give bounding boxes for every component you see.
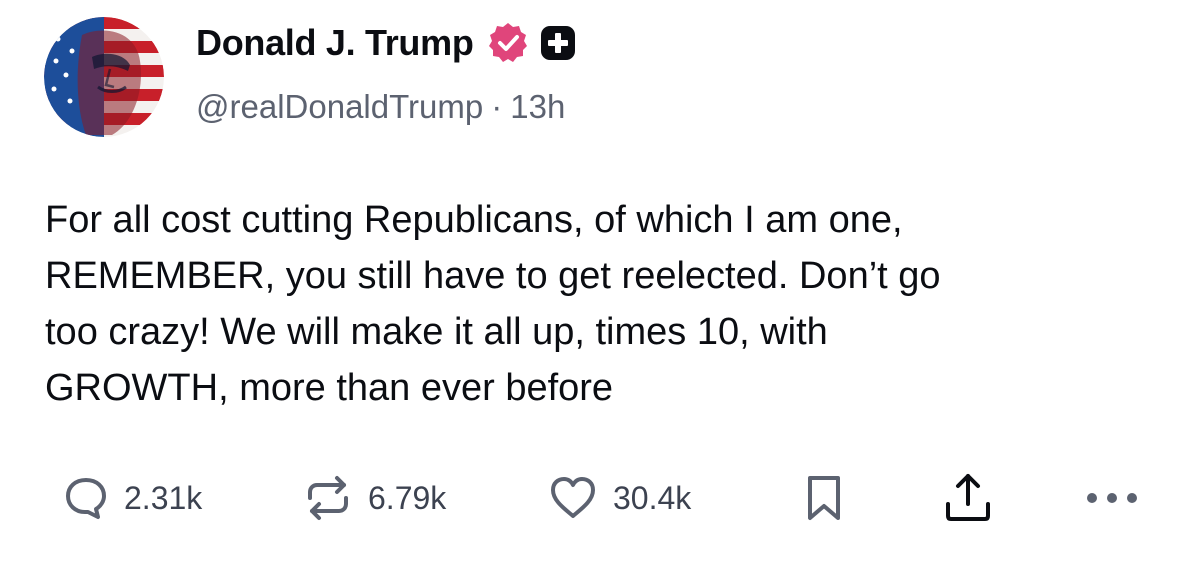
meta-separator: · — [491, 88, 503, 125]
avatar-flag-portrait — [44, 17, 164, 137]
share-icon — [940, 470, 996, 526]
repost-button[interactable]: 6.79k — [302, 470, 446, 526]
author-meta: @realDonaldTrump · 13h — [196, 88, 565, 126]
like-count: 30.4k — [613, 479, 692, 516]
reply-count: 2.31k — [124, 479, 203, 516]
share-button[interactable] — [940, 470, 996, 526]
bookmark-button[interactable] — [800, 470, 848, 526]
bookmark-icon — [800, 472, 848, 524]
plus-badge-icon — [540, 25, 576, 61]
post-card: Donald J. Trump @realDonaldTrump · 13h For… — [0, 0, 1200, 562]
repost-count: 6.79k — [368, 479, 447, 516]
like-button[interactable]: 30.4k — [547, 470, 691, 526]
avatar[interactable] — [44, 17, 164, 137]
timestamp[interactable]: 13h — [510, 88, 565, 125]
handle[interactable]: @realDonaldTrump — [196, 88, 483, 125]
display-name[interactable]: Donald J. Trump — [196, 22, 474, 64]
heart-icon — [547, 472, 599, 524]
post-text: For all cost cutting Republicans, of whi… — [45, 199, 941, 409]
repost-icon — [302, 472, 354, 524]
author-name-row: Donald J. Trump — [196, 20, 576, 66]
verified-badge-icon — [486, 21, 530, 65]
reply-icon — [62, 474, 110, 522]
more-options-button[interactable] — [1084, 470, 1140, 526]
more-dots-icon — [1084, 488, 1140, 508]
reply-button[interactable]: 2.31k — [62, 470, 202, 526]
